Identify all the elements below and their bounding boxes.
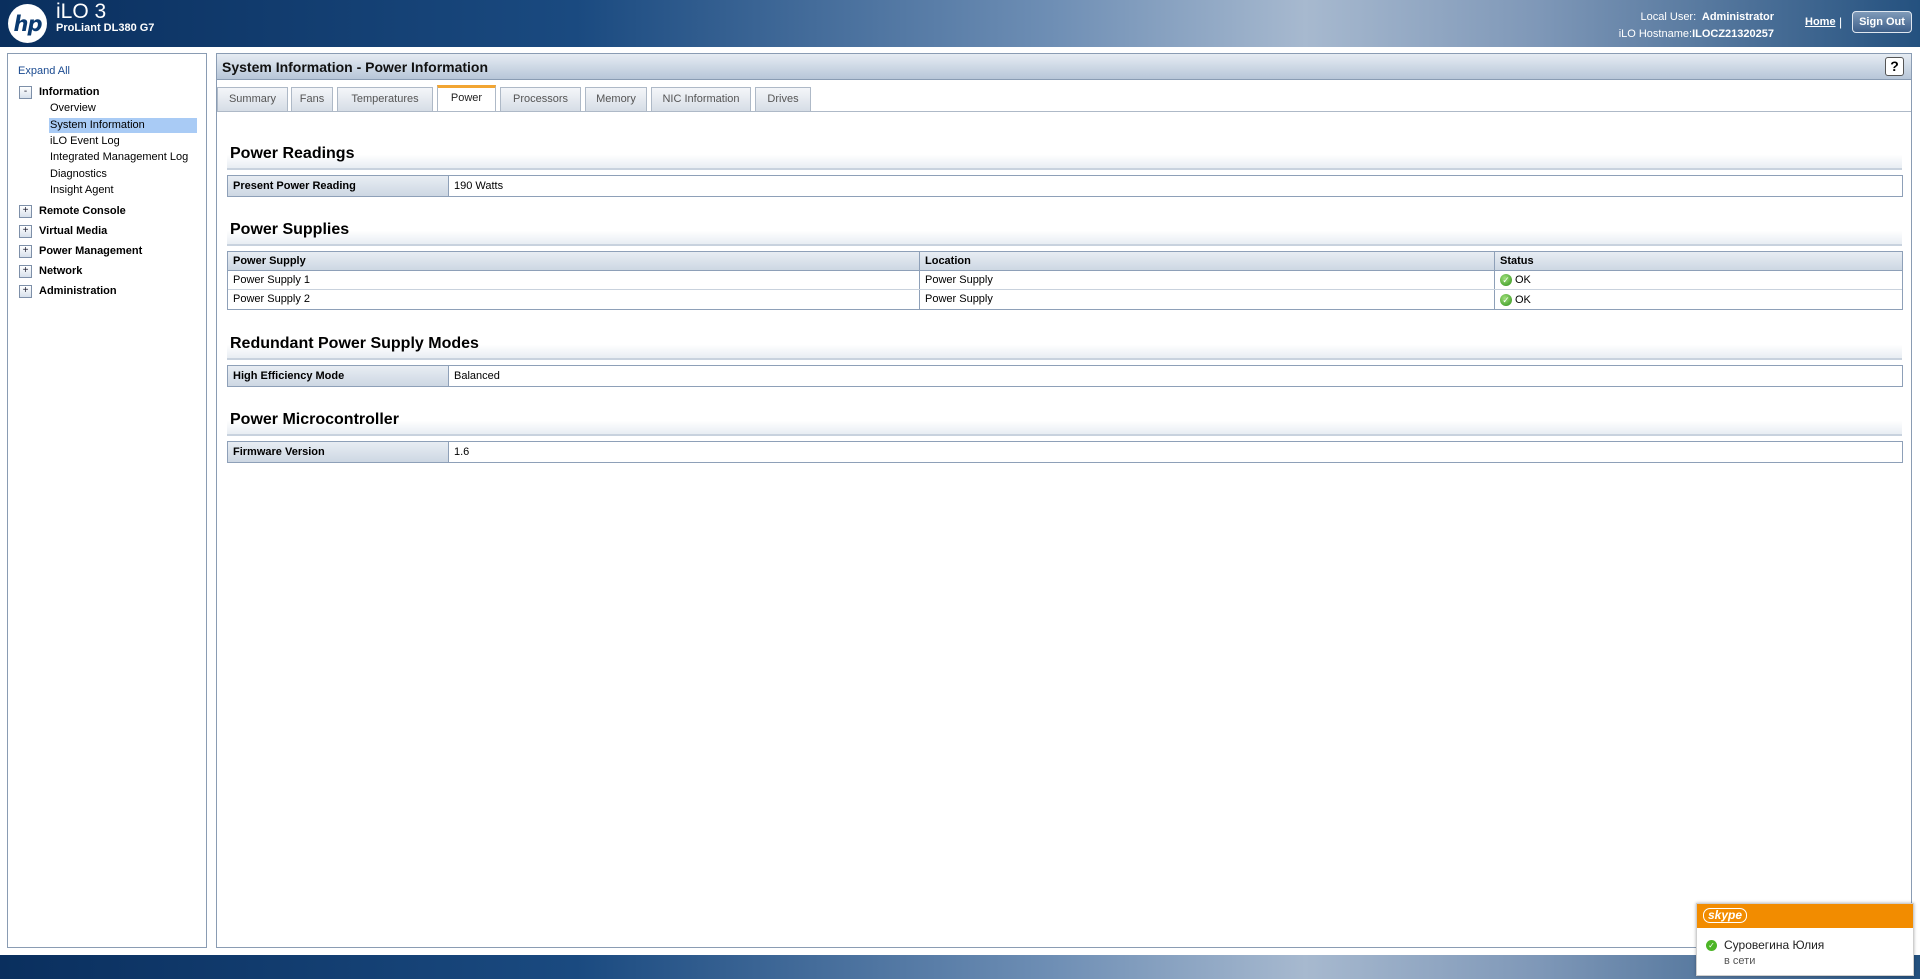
tab-fans[interactable]: Fans (291, 87, 333, 111)
kv-value: 1.6 (454, 446, 470, 458)
page-title-bar: System Information - Power Information ? (217, 54, 1911, 80)
cell-location: Power Supply (920, 290, 1495, 309)
section-title-redundant-modes: Redundant Power Supply Modes (227, 328, 1902, 360)
kv-label: Firmware Version (228, 442, 449, 462)
hostname-label: iLO Hostname: (1618, 28, 1693, 40)
kv-label: High Efficiency Mode (228, 366, 449, 386)
section-title-power-readings: Power Readings (227, 138, 1902, 170)
skype-logo: skype (1703, 908, 1748, 923)
tab-nic-information[interactable]: NIC Information (651, 87, 751, 111)
server-model: ProLiant DL380 G7 (56, 22, 155, 34)
bottom-footer (0, 955, 1920, 979)
skype-title-bar: skype (1697, 904, 1913, 928)
help-icon[interactable]: ? (1885, 57, 1904, 76)
session-info: Local User: Administrator iLO Hostname:I… (1619, 9, 1774, 43)
cell-power-supply: Power Supply 2 (228, 290, 920, 309)
hostname-value: ILOCZ21320257 (1692, 28, 1774, 40)
nav-group-label[interactable]: Remote Console (39, 205, 126, 217)
cell-power-supply: Power Supply 1 (228, 271, 920, 289)
nav-group-label[interactable]: Administration (39, 285, 117, 297)
high-efficiency-mode-row: High Efficiency Mode Balanced (227, 365, 1903, 387)
column-header: Power Supply (228, 252, 920, 270)
online-status-icon: ✓ (1706, 940, 1717, 951)
header-separator: | (1839, 15, 1843, 29)
nav-group-remote-console[interactable]: + Remote Console (19, 204, 126, 218)
nav-group-label[interactable]: Power Management (39, 245, 142, 257)
nav-group-network[interactable]: + Network (19, 264, 82, 278)
nav-group-label[interactable]: Information (39, 86, 100, 98)
sidebar-item-diagnostics[interactable]: Diagnostics (49, 167, 107, 182)
sign-out-button[interactable]: Sign Out (1852, 11, 1912, 33)
sidebar-item-insight-agent[interactable]: Insight Agent (49, 183, 114, 198)
top-header: hp iLO 3 ProLiant DL380 G7 Local User: A… (0, 0, 1920, 47)
tab-processors[interactable]: Processors (500, 87, 581, 111)
nav-group-power-management[interactable]: + Power Management (19, 244, 142, 258)
expand-toggle-icon[interactable]: + (19, 244, 32, 258)
nav-group-administration[interactable]: + Administration (19, 284, 117, 298)
section-title-power-supplies: Power Supplies (227, 214, 1902, 246)
column-header: Location (920, 252, 1495, 270)
table-header-row: Power Supply Location Status (228, 252, 1902, 271)
kv-value: Balanced (454, 370, 500, 382)
nav-group-label[interactable]: Network (39, 265, 82, 277)
ok-check-icon: ✓ (1500, 274, 1512, 286)
section-title-power-microcontroller: Power Microcontroller (227, 404, 1902, 436)
collapse-toggle-icon[interactable]: - (19, 85, 32, 99)
tab-summary[interactable]: Summary (217, 87, 288, 111)
home-link[interactable]: Home (1805, 16, 1836, 28)
product-title: iLO 3 (56, 0, 107, 23)
skype-notification[interactable]: skype ✓ Суровегина Юлия в сети (1696, 903, 1914, 976)
tab-bar: Summary Fans Temperatures Power Processors Me… (217, 85, 1911, 112)
sidebar-item-overview[interactable]: Overview (49, 101, 96, 116)
tab-drives[interactable]: Drives (755, 87, 811, 111)
local-user-label: Local User: (1640, 11, 1697, 23)
cell-status: ✓ OK (1495, 290, 1902, 309)
contact-status: в сети (1724, 955, 1756, 967)
kv-value: 190 Watts (454, 180, 504, 192)
expand-toggle-icon[interactable]: + (19, 284, 32, 298)
status-text: OK (1515, 274, 1531, 286)
contact-name: Суровегина Юлия (1724, 938, 1825, 952)
table-row: Power Supply 2 Power Supply ✓ OK (228, 290, 1902, 309)
status-text: OK (1515, 293, 1531, 306)
tab-power[interactable]: Power (437, 85, 496, 112)
tab-content: Power Readings Present Power Reading 190… (217, 111, 1911, 947)
tab-memory[interactable]: Memory (585, 87, 647, 111)
main-panel: System Information - Power Information ?… (216, 53, 1912, 948)
left-navigation: Expand All - Information Overview System… (7, 53, 207, 948)
table-row: Power Supply 1 Power Supply ✓ OK (228, 271, 1902, 290)
column-header: Status (1500, 255, 1534, 267)
power-supplies-table: Power Supply Location Status Power Suppl… (227, 251, 1903, 310)
expand-toggle-icon[interactable]: + (19, 224, 32, 238)
firmware-version-row: Firmware Version 1.6 (227, 441, 1903, 463)
expand-toggle-icon[interactable]: + (19, 204, 32, 218)
cell-location: Power Supply (920, 271, 1495, 289)
expand-toggle-icon[interactable]: + (19, 264, 32, 278)
hp-logo: hp (8, 4, 47, 43)
sidebar-item-integrated-management-log[interactable]: Integrated Management Log (49, 150, 188, 165)
kv-label: Present Power Reading (228, 176, 449, 196)
page-title: System Information - Power Information (222, 59, 489, 75)
tab-temperatures[interactable]: Temperatures (337, 87, 433, 111)
nav-group-information[interactable]: - Information (19, 85, 100, 99)
sidebar-item-ilo-event-log[interactable]: iLO Event Log (49, 134, 120, 149)
nav-group-label[interactable]: Virtual Media (39, 225, 107, 237)
sidebar-item-system-information[interactable]: System Information (49, 118, 197, 133)
power-reading-row: Present Power Reading 190 Watts (227, 175, 1903, 197)
expand-all-link[interactable]: Expand All (18, 65, 70, 77)
cell-status: ✓ OK (1495, 271, 1902, 289)
nav-group-virtual-media[interactable]: + Virtual Media (19, 224, 107, 238)
ok-check-icon: ✓ (1500, 293, 1512, 306)
local-user-value: Administrator (1701, 11, 1774, 23)
